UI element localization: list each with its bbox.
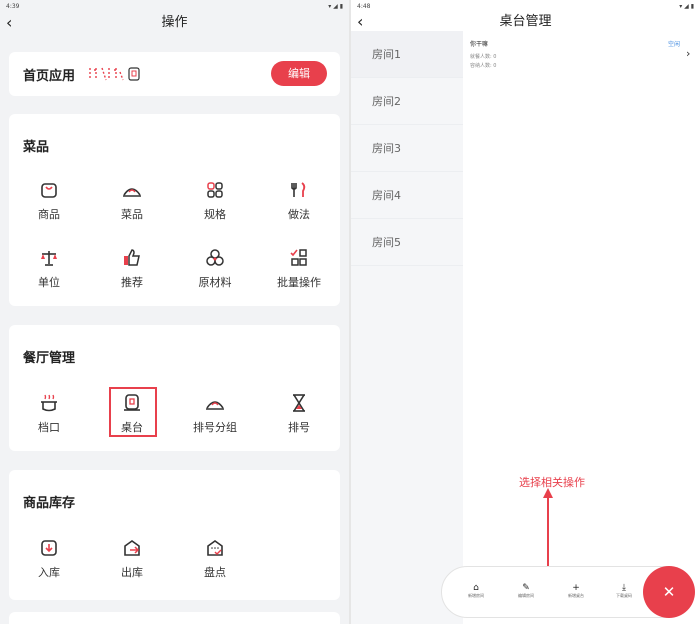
nav-bar: ‹ 桌台管理 <box>351 12 700 31</box>
grid-item-spec[interactable]: 规格 <box>185 180 245 222</box>
cloche-icon <box>185 393 245 413</box>
grid-item-inventory[interactable]: 盘点 <box>185 538 245 580</box>
status-time: 4:48 <box>357 3 371 10</box>
grid-item-method[interactable]: 做法 <box>269 180 329 222</box>
batch-icon <box>269 248 329 268</box>
status-icons: ▾ ◢ ▮ <box>328 3 343 10</box>
grid-item-label: 排号 <box>288 421 310 434</box>
grid-item-queue[interactable]: 排号 <box>269 393 329 435</box>
grid-item-label: 商品 <box>38 208 60 221</box>
thumbs-up-icon <box>102 248 162 268</box>
download-icon: ⤓ <box>622 583 626 593</box>
grid-item-label: 规格 <box>204 208 226 221</box>
grid-item-label: 盘点 <box>204 566 226 579</box>
home-apps-logo-icon <box>87 64 141 88</box>
chevron-left-icon[interactable]: ‹ <box>357 12 363 31</box>
table-highlight-box <box>109 387 157 437</box>
add-room-button[interactable]: ⌂ 新增房间 <box>456 583 496 599</box>
pencil-icon: ✎ <box>522 583 530 593</box>
grid-item-product[interactable]: 商品 <box>19 180 79 222</box>
table-management-screen: 4:48 ▾ ◢ ▮ ‹ 桌台管理 房间1 房间2 房间3 房间4 房间5 你干… <box>351 0 700 624</box>
grid-item-label: 入库 <box>38 566 60 579</box>
dishes-card: 菜品 商品 菜品 规格 做法 单位 推荐 原材料 批量操作 <box>9 114 340 306</box>
grid-item-stock-in[interactable]: 入库 <box>19 538 79 580</box>
seated-count: 就餐人数: 0 <box>470 54 497 60</box>
status-bar: 4:39 ▾ ◢ ▮ <box>0 0 349 12</box>
chevron-right-icon: › <box>686 47 691 60</box>
close-icon: ✕ <box>662 583 676 601</box>
restaurant-title: 餐厅管理 <box>23 351 76 366</box>
add-table-button[interactable]: + 新增桌台 <box>556 583 596 599</box>
grid-item-batch[interactable]: 批量操作 <box>269 248 329 290</box>
download-code-button[interactable]: ⤓ 下载桌码 <box>604 583 644 599</box>
stock-card: 商品库存 入库 出库 盘点 <box>9 470 340 600</box>
edit-room-button[interactable]: ✎ 编辑房间 <box>506 583 546 599</box>
home-apps-title: 首页应用 <box>23 69 76 84</box>
room-item[interactable]: 房间4 <box>351 172 463 219</box>
scale-icon <box>19 248 79 268</box>
bottom-action-label: 新增房间 <box>468 593 484 598</box>
cutlery-icon <box>269 180 329 200</box>
status-time: 4:39 <box>6 3 20 10</box>
page-title: 操作 <box>161 15 188 30</box>
home-apps-card: 首页应用 编辑 <box>9 52 340 96</box>
home-icon: ⌂ <box>473 583 479 593</box>
stall-icon <box>19 393 79 413</box>
cloche-icon <box>102 180 162 200</box>
annotation-arrow-line <box>547 496 549 572</box>
next-card <box>9 612 340 624</box>
capacity-count: 容纳人数: 0 <box>470 63 497 69</box>
grid-item-label: 菜品 <box>121 208 143 221</box>
operations-screen: 4:39 ▾ ◢ ▮ ‹ 操作 首页应用 编辑 菜品 商品 菜品 规格 做法 单… <box>0 0 349 624</box>
grid-item-queue-group[interactable]: 排号分组 <box>185 393 245 435</box>
hourglass-icon <box>269 393 329 413</box>
inventory-icon <box>185 538 245 558</box>
grid-item-stall[interactable]: 档口 <box>19 393 79 435</box>
nav-bar: ‹ 操作 <box>0 12 349 34</box>
status-bar: 4:48 ▾ ◢ ▮ <box>351 0 700 12</box>
grid-item-label: 排号分组 <box>193 421 237 434</box>
grid-item-recommend[interactable]: 推荐 <box>102 248 162 290</box>
status-icons: ▾ ◢ ▮ <box>679 3 694 10</box>
grid-item-material[interactable]: 原材料 <box>185 248 245 290</box>
room-item[interactable]: 房间1 <box>351 31 463 78</box>
bottom-action-label: 新增桌台 <box>568 593 584 598</box>
page-title: 桌台管理 <box>499 14 552 29</box>
room-item[interactable]: 房间3 <box>351 125 463 172</box>
grid-item-dish[interactable]: 菜品 <box>102 180 162 222</box>
grid-icon <box>185 180 245 200</box>
grid-item-label: 档口 <box>38 421 60 434</box>
close-fab-button[interactable]: ✕ <box>643 566 695 618</box>
grid-item-label: 做法 <box>288 208 310 221</box>
room-item[interactable]: 房间5 <box>351 219 463 266</box>
dishes-title: 菜品 <box>23 140 50 155</box>
grid-item-label: 原材料 <box>198 276 232 289</box>
grid-item-label: 批量操作 <box>277 276 321 289</box>
circles-icon <box>185 248 245 268</box>
room-list: 房间1 房间2 房间3 房间4 房间5 <box>351 31 463 624</box>
stock-title: 商品库存 <box>23 496 76 511</box>
grid-item-unit[interactable]: 单位 <box>19 248 79 290</box>
bottom-action-label: 下载桌码 <box>616 593 632 598</box>
inbox-icon <box>19 538 79 558</box>
restaurant-card: 餐厅管理 档口 桌台 排号分组 排号 <box>9 325 340 451</box>
grid-item-label: 出库 <box>121 566 143 579</box>
chevron-left-icon[interactable]: ‹ <box>6 12 12 34</box>
grid-item-label: 单位 <box>38 276 60 289</box>
grid-item-stock-out[interactable]: 出库 <box>102 538 162 580</box>
plus-icon: + <box>572 583 580 593</box>
edit-button[interactable]: 编辑 <box>271 61 327 86</box>
outbox-icon <box>102 538 162 558</box>
status-badge: 空闲 <box>668 41 681 48</box>
grid-item-label: 推荐 <box>121 276 143 289</box>
table-name: 你干嘛 <box>470 41 489 48</box>
bottom-action-label: 编辑房间 <box>518 593 534 598</box>
bag-icon <box>19 180 79 200</box>
room-item[interactable]: 房间2 <box>351 78 463 125</box>
